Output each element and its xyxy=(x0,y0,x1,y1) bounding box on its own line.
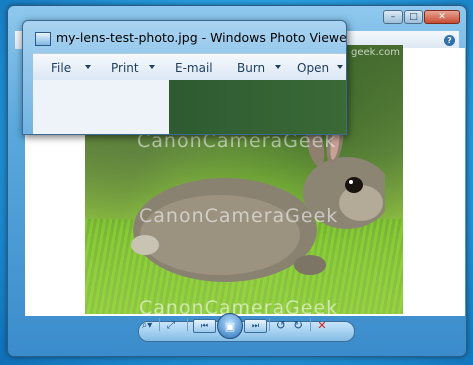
control-separator xyxy=(310,318,311,331)
help-icon[interactable]: ? xyxy=(444,35,455,46)
previous-button[interactable]: ⏮ xyxy=(193,319,216,333)
minimize-button[interactable]: – xyxy=(383,10,403,24)
zoom-icon[interactable]: ⌕▾ xyxy=(136,318,158,332)
photo-strip-preview xyxy=(169,80,346,134)
title-bar[interactable]: my-lens-test-photo.jpg - Windows Photo V… xyxy=(23,21,346,51)
watermark-text-small: geek.com xyxy=(351,47,400,58)
rotate-left-icon[interactable]: ↺ xyxy=(274,318,288,332)
chevron-down-icon xyxy=(337,65,343,69)
slideshow-button[interactable]: ▣ xyxy=(217,313,243,339)
watermark-text: CanonCameraGeek xyxy=(139,205,339,227)
chevron-down-icon xyxy=(275,65,281,69)
control-separator xyxy=(159,318,160,331)
menu-open[interactable]: Open xyxy=(297,61,329,75)
next-button[interactable]: ⏭ xyxy=(244,319,267,333)
menu-email[interactable]: E-mail xyxy=(175,61,213,75)
control-separator xyxy=(187,318,188,331)
delete-icon[interactable]: ✕ xyxy=(315,318,329,332)
actual-size-icon[interactable]: ⤢ xyxy=(164,318,178,332)
menu-print[interactable]: Print xyxy=(111,61,139,75)
watermark-text: CanonCameraGeek xyxy=(139,297,339,314)
control-separator xyxy=(269,318,270,331)
chevron-down-icon xyxy=(149,65,155,69)
close-button[interactable]: ✕ xyxy=(424,10,460,24)
chevron-down-icon xyxy=(85,65,91,69)
photo-viewer-app-icon[interactable] xyxy=(35,32,51,46)
window-caption-buttons: – □ ✕ xyxy=(383,10,460,24)
maximize-button[interactable]: □ xyxy=(404,10,423,24)
front-window: my-lens-test-photo.jpg - Windows Photo V… xyxy=(22,20,347,135)
menu-file[interactable]: File xyxy=(51,61,71,75)
window-title: my-lens-test-photo.jpg - Windows Photo V… xyxy=(56,30,347,45)
menu-burn[interactable]: Burn xyxy=(237,61,265,75)
rotate-right-icon[interactable]: ↻ xyxy=(291,318,305,332)
